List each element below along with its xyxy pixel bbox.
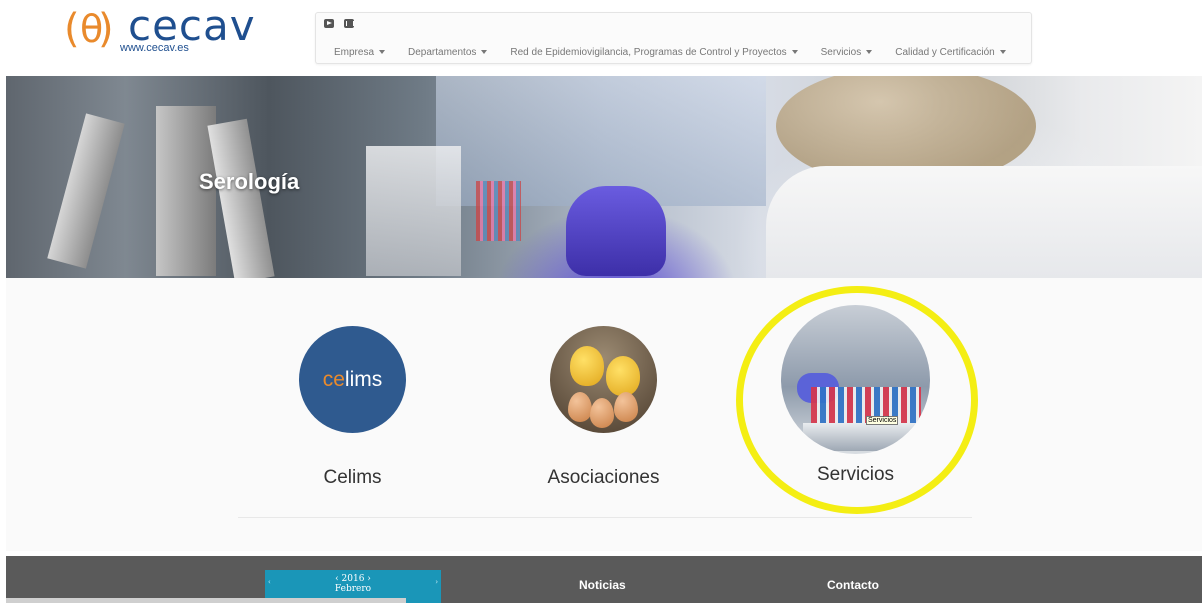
hero-pipette [47, 113, 125, 269]
chevron-down-icon [791, 50, 798, 55]
hero-gloved-hand [566, 186, 666, 276]
page-title: Serología [199, 169, 300, 194]
hero-pipette [207, 118, 275, 278]
chevron-down-icon [999, 50, 1006, 55]
card-label-asociaciones[interactable]: Asociaciones [521, 467, 686, 489]
chick-image [606, 356, 640, 396]
calendar-year[interactable]: ‹ 2016 › [265, 574, 441, 584]
celims-logo[interactable]: ce lims [299, 326, 406, 433]
hero-banner: Serología [6, 76, 1202, 278]
nav-item-servicios[interactable]: Servicios [821, 47, 873, 58]
linkedin-icon[interactable] [344, 19, 354, 28]
chevron-down-icon [379, 50, 386, 55]
nav-item-departamentos[interactable]: Departamentos [408, 47, 488, 58]
divider [238, 517, 972, 518]
footer-heading-contacto: Contacto [827, 578, 879, 592]
chevron-down-icon [481, 50, 488, 55]
card-asociaciones[interactable]: Asociaciones [521, 326, 686, 489]
calendar-month: Febrero [334, 584, 372, 594]
highlight-ring [736, 286, 978, 514]
hero-tubes [476, 181, 521, 241]
social-links [324, 19, 354, 28]
logo-url: www.cecav.es [120, 42, 189, 54]
egg-image [614, 392, 638, 422]
nav-menu: Empresa Departamentos Red de Epidemiovig… [334, 47, 1029, 58]
asociaciones-image[interactable] [550, 326, 657, 433]
card-label-celims[interactable]: Celims [270, 467, 435, 489]
egg-image [590, 398, 614, 428]
nav-item-empresa[interactable]: Empresa [334, 47, 386, 58]
hero-lab-coat [766, 166, 1202, 278]
nav-item-calidad[interactable]: Calidad y Certificación [895, 47, 1006, 58]
nav-item-red-epidemiovigilancia[interactable]: Red de Epidemiovigilancia, Programas de … [510, 47, 798, 58]
card-celims[interactable]: ce lims Celims [270, 326, 435, 489]
youtube-icon[interactable] [324, 19, 334, 28]
chevron-down-icon [866, 50, 873, 55]
calendar-next-button[interactable]: › [435, 578, 438, 586]
logo-paren-left: ( [64, 6, 80, 52]
egg-image [568, 392, 592, 422]
main-nav: Empresa Departamentos Red de Epidemiovig… [315, 12, 1032, 64]
hero-rack [366, 146, 461, 276]
calendar-prev-button[interactable]: ‹ [268, 578, 271, 586]
footer-strip [6, 598, 406, 603]
footer-heading-noticias: Noticias [579, 578, 626, 592]
cecav-logo[interactable]: ( θ ) cecav www.cecav.es [64, 2, 255, 58]
chick-image [570, 346, 604, 386]
logo-paren-right: ) [98, 6, 114, 52]
